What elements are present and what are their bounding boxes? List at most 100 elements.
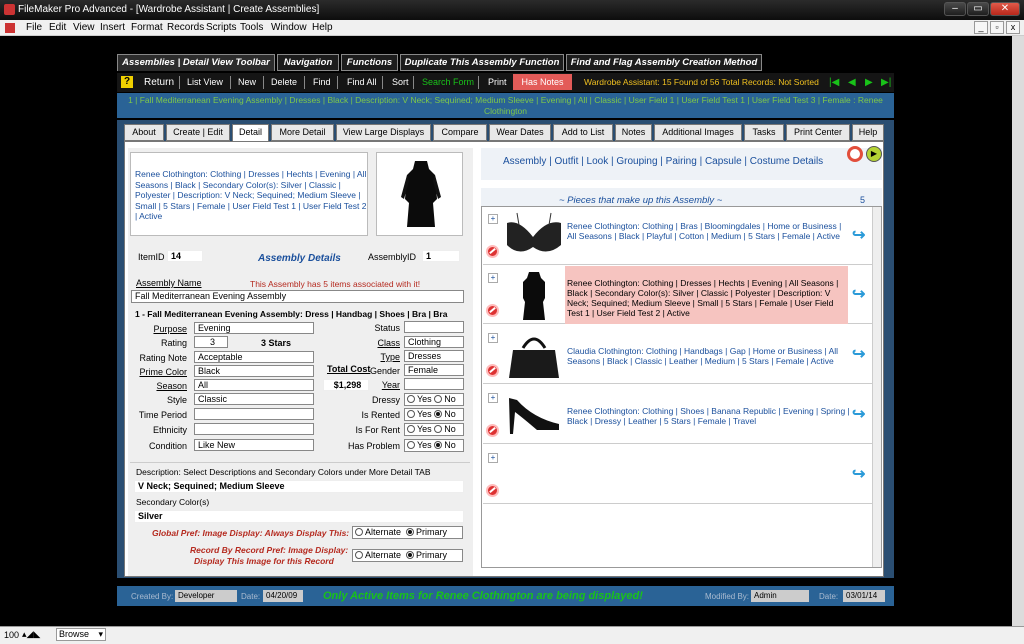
search-form-button[interactable]: Search Form (422, 77, 474, 87)
remove-icon[interactable] (486, 484, 499, 497)
tab-more-detail[interactable]: More Detail (271, 124, 334, 141)
new-button[interactable]: New (238, 77, 256, 87)
assembly-name-field[interactable]: Fall Mediterranean Evening Assembly (131, 290, 464, 303)
tab-tasks[interactable]: Tasks (744, 124, 784, 141)
document-icon[interactable] (5, 23, 15, 33)
list-item[interactable]: + Claudia Clothington: Clothing | Handba… (483, 326, 872, 384)
remove-icon[interactable] (486, 245, 499, 258)
dressy-no-radio[interactable] (434, 395, 443, 403)
menu-view[interactable]: View (73, 22, 95, 33)
condition-field[interactable]: Like New (194, 439, 314, 451)
next-record-icon[interactable]: ▶ (865, 77, 873, 88)
class-field[interactable]: Clothing (404, 336, 464, 348)
rented-no-radio[interactable] (434, 410, 443, 418)
menu-scripts[interactable]: Scripts (206, 22, 237, 33)
add-icon[interactable]: + (488, 333, 498, 343)
window-scrollbar[interactable] (1012, 36, 1024, 626)
menu-file[interactable]: File (26, 22, 42, 33)
toptab-duplicate-assembly[interactable]: Duplicate This Assembly Function (400, 54, 564, 71)
menu-format[interactable]: Format (131, 22, 163, 33)
season-field[interactable]: All (194, 379, 314, 391)
find-all-button[interactable]: Find All (347, 77, 377, 87)
rented-yes-radio[interactable] (407, 410, 415, 418)
mdi-minimize-button[interactable]: _ (974, 21, 988, 34)
tab-about[interactable]: About (124, 124, 164, 141)
problem-no-radio[interactable] (434, 441, 443, 449)
play-icon[interactable]: ▶ (866, 146, 882, 162)
list-item[interactable]: + Renee Clothington: Clothing | Dresses … (483, 266, 872, 324)
item-id-field[interactable]: 14 (167, 250, 203, 262)
list-item[interactable]: + Renee Clothington: Clothing | Bras | B… (483, 207, 872, 265)
is-rented-radio-group[interactable]: Yes No (404, 408, 464, 421)
go-to-item-icon[interactable]: ↪ (852, 407, 868, 423)
year-field[interactable] (404, 378, 464, 390)
global-pref-radio-group[interactable]: Alternate Primary (352, 526, 463, 539)
assembly-id-field[interactable]: 1 (422, 250, 460, 262)
assembly-links[interactable]: Assembly | Outfit | Look | Grouping | Pa… (503, 156, 823, 167)
remove-icon[interactable] (486, 424, 499, 437)
remove-icon[interactable] (486, 364, 499, 377)
delete-button[interactable]: Delete (271, 77, 297, 87)
tab-help[interactable]: Help (852, 124, 884, 141)
record-pref-radio-group[interactable]: Alternate Primary (352, 549, 463, 562)
sort-button[interactable]: Sort (392, 77, 409, 87)
last-record-icon[interactable]: ▶| (881, 77, 891, 88)
go-to-item-icon[interactable]: ↪ (852, 228, 868, 244)
menu-edit[interactable]: Edit (49, 22, 66, 33)
record-primary-radio[interactable] (406, 551, 415, 559)
return-button[interactable]: Return (144, 77, 174, 88)
toptab-detail-view-toolbar[interactable]: Assemblies | Detail View Toolbar (117, 54, 275, 71)
rating-field[interactable]: 3 (194, 336, 228, 348)
has-notes-button[interactable]: Has Notes (513, 74, 572, 90)
type-field[interactable]: Dresses (404, 350, 464, 362)
tab-add-to-list[interactable]: Add to List (553, 124, 613, 141)
for-rent-yes-radio[interactable] (407, 425, 415, 433)
dressy-yes-radio[interactable] (407, 395, 415, 403)
prime-color-field[interactable]: Black (194, 365, 314, 377)
record-alternate-radio[interactable] (355, 551, 363, 559)
has-problem-radio-group[interactable]: Yes No (404, 439, 464, 452)
go-to-item-icon[interactable]: ↪ (852, 467, 868, 483)
list-view-button[interactable]: List View (187, 77, 223, 87)
mdi-restore-button[interactable]: ▫ (990, 21, 1004, 34)
list-item[interactable]: + Renee Clothington: Clothing | Shoes | … (483, 386, 872, 444)
menu-window[interactable]: Window (271, 22, 307, 33)
pieces-scrollbar[interactable] (872, 207, 881, 567)
life-ring-icon[interactable] (847, 146, 863, 162)
description-field[interactable]: V Neck; Sequined; Medium Sleeve (134, 480, 464, 493)
status-field[interactable] (404, 321, 464, 333)
menu-records[interactable]: Records (167, 22, 204, 33)
mdi-close-button[interactable]: x (1006, 21, 1020, 34)
toptab-find-and-flag[interactable]: Find and Flag Assembly Creation Method (566, 54, 762, 71)
tab-create-edit[interactable]: Create | Edit (166, 124, 230, 141)
first-record-icon[interactable]: |◀ (829, 77, 839, 88)
rating-note-field[interactable]: Acceptable (194, 351, 314, 363)
go-to-item-icon[interactable]: ↪ (852, 347, 868, 363)
add-icon[interactable]: + (488, 393, 498, 403)
problem-yes-radio[interactable] (407, 441, 415, 449)
go-to-item-icon[interactable]: ↪ (852, 287, 868, 303)
tab-view-large-displays[interactable]: View Large Displays (336, 124, 431, 141)
purpose-field[interactable]: Evening (194, 322, 314, 334)
gender-field[interactable]: Female (404, 364, 464, 376)
for-rent-radio-group[interactable]: Yes No (404, 423, 464, 436)
maximize-button[interactable]: ▭ (967, 2, 989, 16)
style-field[interactable]: Classic (194, 393, 314, 405)
tab-wear-dates[interactable]: Wear Dates (489, 124, 551, 141)
print-button[interactable]: Print (488, 77, 507, 87)
previous-record-icon[interactable]: ◀ (848, 77, 856, 88)
tab-compare[interactable]: Compare (433, 124, 487, 141)
help-icon[interactable]: ? (121, 76, 133, 88)
tab-additional-images[interactable]: Additional Images (654, 124, 742, 141)
menu-tools[interactable]: Tools (240, 22, 263, 33)
ethnicity-field[interactable] (194, 423, 314, 435)
add-icon[interactable]: + (488, 273, 498, 283)
add-icon[interactable]: + (488, 453, 498, 463)
menu-help[interactable]: Help (312, 22, 333, 33)
for-rent-no-radio[interactable] (434, 425, 443, 433)
menu-insert[interactable]: Insert (100, 22, 125, 33)
remove-icon[interactable] (486, 304, 499, 317)
tab-print-center[interactable]: Print Center (786, 124, 850, 141)
mode-select[interactable]: Browse ▾ (56, 628, 106, 641)
zoom-level[interactable]: 100 (4, 630, 19, 640)
